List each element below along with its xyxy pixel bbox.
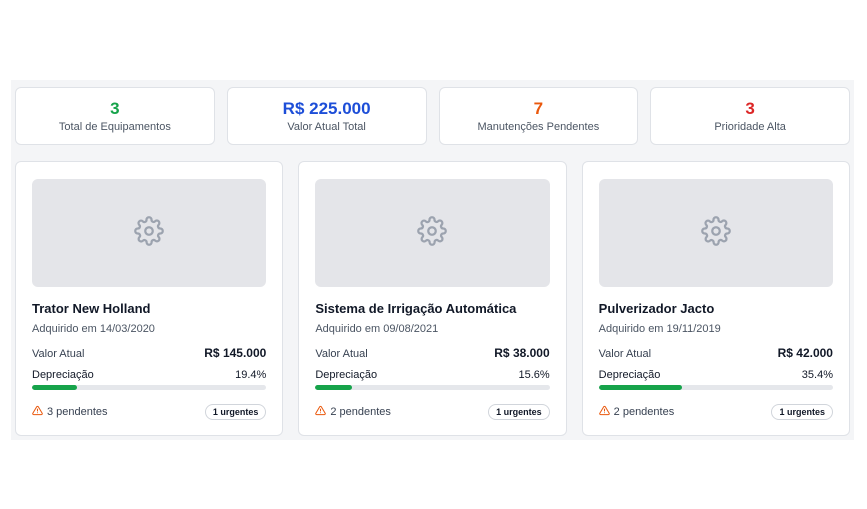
stat-label: Valor Atual Total (287, 121, 366, 133)
depreciation-bar (32, 385, 267, 390)
stat-value: 3 (745, 99, 755, 118)
stat-value: 3 (110, 99, 120, 118)
stat-label: Total de Equipamentos (58, 121, 171, 133)
equipment-image-placeholder (32, 179, 267, 287)
depreciation-percent: 19.4% (235, 369, 267, 381)
stat-label: Prioridade Alta (714, 121, 786, 133)
urgent-badge: 1 urgentes (771, 404, 833, 420)
current-value: R$ 145.000 (204, 346, 267, 360)
warning-icon (598, 405, 614, 419)
gear-icon (417, 215, 448, 251)
depreciation-label: Depreciação (32, 369, 94, 381)
pending-count: 2 pendentes (613, 406, 675, 418)
stat-value: R$ 225.000 (282, 99, 371, 118)
equipment-card[interactable]: Pulverizador Jacto Adquirido em 19/11/20… (581, 161, 850, 436)
equipment-grid: Trator New Holland Adquirido em 14/03/20… (15, 161, 850, 436)
depreciation-label: Depreciação (315, 369, 378, 381)
depreciation-label: Depreciação (598, 369, 661, 381)
stat-card-total-equipment: 3 Total de Equipamentos (15, 87, 215, 145)
value-label: Valor Atual (315, 348, 368, 360)
stat-card-high-priority: 3 Prioridade Alta (650, 87, 850, 145)
pending-maintenance: 2 pendentes (315, 405, 391, 419)
pending-count: 3 pendentes (47, 406, 108, 418)
urgent-badge: 1 urgentes (488, 404, 550, 420)
acquired-date: Adquirido em 14/03/2020 (32, 323, 155, 335)
gear-icon (134, 215, 164, 251)
depreciation-percent: 15.6% (518, 369, 550, 381)
depreciation-bar-fill (32, 385, 78, 390)
gear-icon (700, 215, 731, 251)
warning-icon (32, 405, 47, 419)
depreciation-bar-fill (315, 385, 352, 390)
stat-label: Manutenções Pendentes (477, 121, 600, 133)
stat-card-pending-maintenance: 7 Manutenções Pendentes (438, 87, 639, 145)
value-label: Valor Atual (598, 348, 652, 360)
pending-maintenance: 3 pendentes (32, 405, 108, 419)
equipment-image-placeholder (315, 179, 550, 287)
depreciation-bar-fill (598, 385, 682, 390)
equipment-card[interactable]: Trator New Holland Adquirido em 14/03/20… (15, 161, 284, 436)
acquired-date: Adquirido em 09/08/2021 (315, 323, 439, 335)
equipment-name: Sistema de Irrigação Automática (315, 301, 517, 316)
stat-value: 7 (533, 99, 544, 118)
pending-maintenance: 2 pendentes (598, 405, 675, 419)
equipment-card[interactable]: Sistema de Irrigação Automática Adquirid… (298, 161, 567, 436)
equipment-name: Pulverizador Jacto (598, 301, 715, 316)
depreciation-bar (315, 385, 550, 390)
stats-row: 3 Total de Equipamentos R$ 225.000 Valor… (15, 87, 850, 145)
acquired-date: Adquirido em 19/11/2019 (598, 323, 721, 335)
warning-icon (315, 405, 330, 419)
stat-card-total-value: R$ 225.000 Valor Atual Total (226, 87, 427, 145)
current-value: R$ 42.000 (777, 346, 833, 360)
depreciation-bar (598, 385, 833, 390)
current-value: R$ 38.000 (494, 346, 550, 360)
depreciation-percent: 35.4% (801, 369, 833, 381)
pending-count: 2 pendentes (330, 406, 391, 418)
value-label: Valor Atual (32, 348, 85, 360)
urgent-badge: 1 urgentes (204, 404, 267, 420)
equipment-image-placeholder (598, 179, 833, 287)
equipment-name: Trator New Holland (32, 301, 151, 316)
